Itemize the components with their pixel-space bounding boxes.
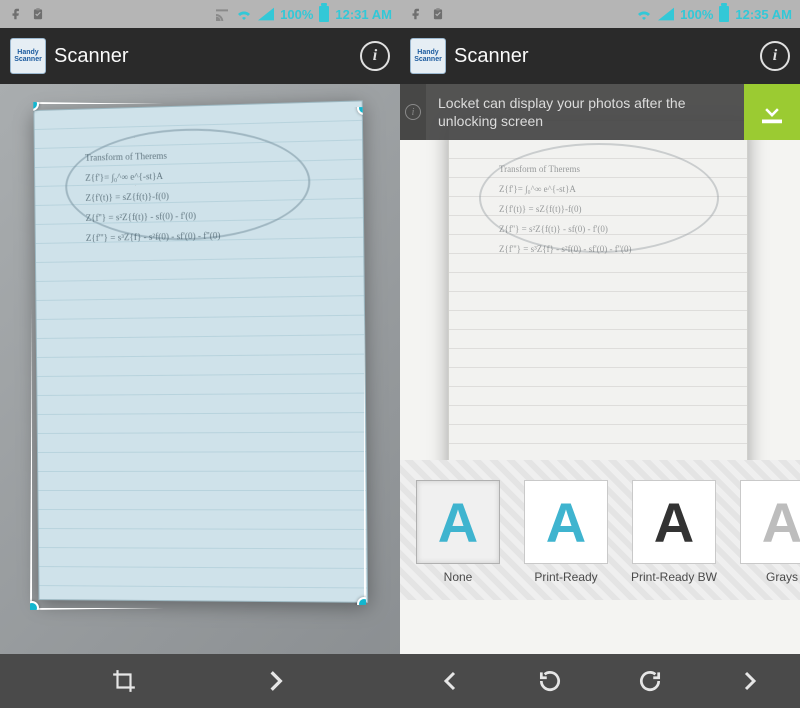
info-icon: i [373,47,377,65]
notification-info-icon-area: i [400,84,426,140]
rotate-cw-button[interactable] [622,661,678,701]
back-button[interactable] [422,661,478,701]
rotate-ccw-icon [537,668,563,694]
facebook-icon [408,6,424,22]
battery-percent: 100% [280,7,313,22]
filter-swatch: A [524,480,608,564]
filter-swatch: A [632,480,716,564]
filter-option-none[interactable]: A None [410,480,506,584]
info-button[interactable]: i [760,41,790,71]
bottom-bar [0,654,400,708]
wifi-icon [236,6,252,22]
filter-swatch: A [416,480,500,564]
crop-frame[interactable] [30,102,366,610]
chevron-right-icon [738,669,762,693]
app-icon[interactable]: Handy Scanner [10,38,46,74]
wifi-icon [636,6,652,22]
crop-viewport[interactable]: Transform of Therems Z{f'}= ∫₀^∞ e^{-st}… [0,84,400,654]
clock: 12:31 AM [335,7,392,22]
app-icon[interactable]: Handy Scanner [410,38,446,74]
next-button[interactable] [248,661,304,701]
filter-label: Print-Ready BW [631,570,717,584]
crop-button[interactable] [96,661,152,701]
info-icon: i [405,104,421,120]
info-button[interactable]: i [360,41,390,71]
crop-icon [111,668,137,694]
notification-text: Locket can display your photos after the… [426,84,744,140]
next-button[interactable] [722,661,778,701]
battery-percent: 100% [680,7,713,22]
app-icon-label: Scanner [414,56,442,63]
status-bar: 100% 12:35 AM [400,0,800,28]
page-title: Scanner [454,45,752,68]
chevron-left-icon [438,669,462,693]
bottom-bar [400,654,800,708]
clipboard-icon [430,6,446,22]
phone-left: 100% 12:31 AM Handy Scanner Scanner i Tr… [0,0,400,708]
download-icon [757,97,787,127]
filter-option-print-ready[interactable]: A Print-Ready [518,480,614,584]
filter-option-print-ready-bw[interactable]: A Print-Ready BW [626,480,722,584]
filter-label: Print-Ready [534,570,597,584]
signal-icon [658,6,674,22]
app-icon-label: Handy [417,49,438,56]
crop-handle-top-left[interactable] [25,97,39,111]
filter-label: None [444,570,473,584]
app-icon-label: Scanner [14,56,42,63]
facebook-icon [8,6,24,22]
preview-viewport[interactable]: Transform of Therems Z{f'}= ∫₀^∞ e^{-st}… [400,84,800,654]
app-icon-label: Handy [17,49,38,56]
rotate-ccw-button[interactable] [522,661,578,701]
filter-label: Grays [766,570,798,584]
action-bar: Handy Scanner Scanner i [0,28,400,84]
rotate-cw-icon [637,668,663,694]
page-title: Scanner [54,45,352,68]
phone-right: 100% 12:35 AM Handy Scanner Scanner i i … [400,0,800,708]
filter-strip[interactable]: A None A Print-Ready A Print-Ready BW A Grays [400,460,800,600]
notification-banner[interactable]: i Locket can display your photos after t… [400,84,800,140]
status-bar: 100% 12:31 AM [0,0,400,28]
signal-icon [258,6,274,22]
cast-icon [214,6,230,22]
chevron-right-icon [263,668,289,694]
clock: 12:35 AM [735,7,792,22]
battery-icon [319,6,329,22]
crop-handle-bottom-left[interactable] [25,601,39,615]
notification-download-button[interactable] [744,84,800,140]
crop-handle-bottom-right[interactable] [357,597,371,611]
filter-option-grays[interactable]: A Grays [734,480,800,584]
filter-swatch: A [740,480,800,564]
page-handwriting: Transform of Therems Z{f'}= ∫₀^∞ e^{-st}… [499,159,631,259]
action-bar: Handy Scanner Scanner i [400,28,800,84]
info-icon: i [773,47,777,65]
battery-icon [719,6,729,22]
clipboard-icon [30,6,46,22]
